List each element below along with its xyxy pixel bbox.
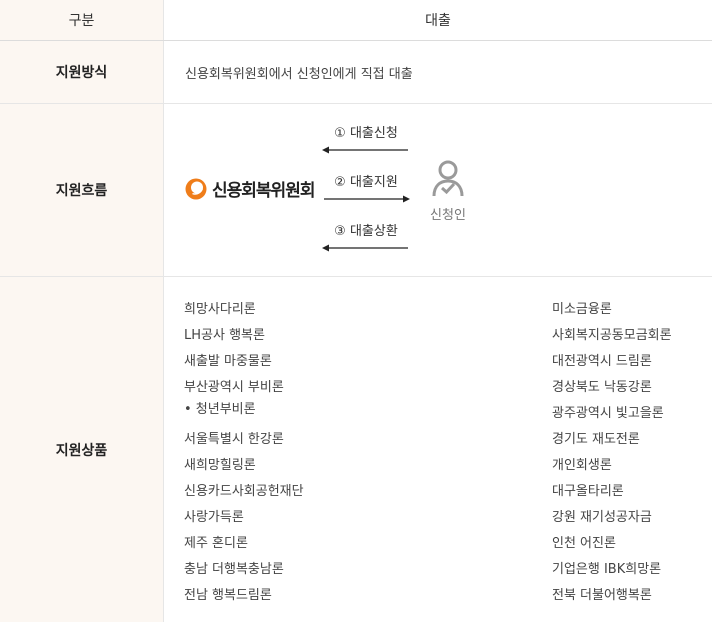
list-item: 신용카드사회공헌재단 <box>184 484 304 499</box>
list-item: 경상북도 낙동강론 <box>552 380 652 395</box>
arrow-left-icon <box>322 146 408 154</box>
logo-mark-icon <box>185 178 207 199</box>
list-item: 대전광역시 드림론 <box>552 354 652 369</box>
flow-step-repay: ③ 대출상환 <box>322 220 410 253</box>
arrow-right-icon <box>324 195 410 203</box>
label-support-products: 지원상품 <box>0 277 164 622</box>
flow-step-label: ① 대출신청 <box>334 126 398 141</box>
support-method-text: 신용회복위원회에서 신청인에게 직접 대출 <box>185 66 413 82</box>
applicant-label: 신청인 <box>430 208 466 223</box>
credit-recovery-logo: 신용회복위원회 <box>184 176 315 201</box>
list-item: 희망사다리론 <box>184 302 256 317</box>
flow-step-support: ② 대출지원 <box>322 171 410 204</box>
row-support-method: 지원방식 신용회복위원회에서 신청인에게 직접 대출 <box>0 41 712 104</box>
logo-text: 신용회복위원회 <box>212 181 315 201</box>
list-item: 사랑가득론 <box>184 510 244 525</box>
product-list-left: 희망사다리론 LH공사 행복론 새출발 마중물론 부산광역시 부비론 • 청년부… <box>184 298 384 608</box>
arrow-left-icon <box>322 244 408 252</box>
list-item: 새출발 마중물론 <box>184 354 272 369</box>
list-item: 전남 행복드림론 <box>184 588 272 603</box>
list-item: 인천 어진론 <box>552 536 616 551</box>
list-item: LH공사 행복론 <box>184 328 265 343</box>
list-item: 미소금융론 <box>552 302 612 317</box>
flow-step-apply: ① 대출신청 <box>322 122 410 155</box>
list-item: 충남 더행복충남론 <box>184 562 284 577</box>
list-item: 부산광역시 부비론 <box>184 380 284 395</box>
product-list-right: 미소금융론 사회복지공동모금회론 대전광역시 드림론 경상북도 낙동강론 광주광… <box>552 298 710 608</box>
table-header-row: 구분 대출 <box>0 0 712 41</box>
flow-step-label: ③ 대출상환 <box>334 224 398 239</box>
list-item: 개인회생론 <box>552 458 612 473</box>
loan-info-table: 구분 대출 지원방식 신용회복위원회에서 신청인에게 직접 대출 지원흐름 지원… <box>0 0 712 622</box>
list-item: 사회복지공동모금회론 <box>552 328 672 343</box>
list-item: 새희망힐링론 <box>184 458 256 473</box>
list-item: 강원 재기성공자금 <box>552 510 652 525</box>
list-item: 서울특별시 한강론 <box>184 432 284 447</box>
list-item: 제주 혼디론 <box>184 536 248 551</box>
person-check-icon <box>432 160 464 197</box>
list-item: 경기도 재도전론 <box>552 432 640 447</box>
flow-step-label: ② 대출지원 <box>334 175 398 190</box>
applicant: 신청인 <box>424 158 472 223</box>
label-support-method: 지원방식 <box>0 41 164 103</box>
label-support-flow: 지원흐름 <box>0 104 164 276</box>
header-category: 구분 <box>0 0 164 40</box>
list-item: 대구올타리론 <box>552 484 624 499</box>
list-item: 전북 더불어행복론 <box>552 588 652 603</box>
header-loan: 대출 <box>425 13 451 29</box>
list-item: • 청년부비론 <box>184 402 256 417</box>
list-item: 기업은행 IBK희망론 <box>552 562 662 577</box>
list-item: 광주광역시 빛고을론 <box>552 406 664 421</box>
